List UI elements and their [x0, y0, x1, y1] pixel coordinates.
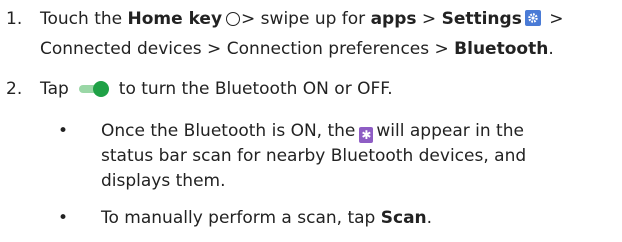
step-number: 1. — [6, 9, 23, 29]
bluetooth-icon: ✱ — [359, 127, 374, 143]
home-circle-icon — [226, 12, 241, 26]
bullet-text: To manually perform a scan, tap Scan. — [101, 208, 433, 228]
gear-icon — [524, 10, 541, 26]
bullet-marker: • — [58, 208, 69, 228]
step-text: Touch the Home key > swipe up for apps > … — [40, 9, 564, 29]
bullet-text: Once the Bluetooth is ON, the ✱ will appea… — [101, 121, 524, 143]
home-key-label: Home key — [127, 9, 223, 29]
step-number: 2. — [6, 79, 23, 99]
step-text: Connected devices > Connection preferenc… — [40, 39, 554, 59]
bluetooth-label: Bluetooth — [454, 39, 549, 59]
toggle-on-icon — [78, 81, 109, 97]
step-text: Tap to turn the Bluetooth ON or OFF. — [40, 79, 393, 99]
bullet-text: status bar scan for nearby Bluetooth dev… — [101, 146, 527, 166]
apps-label: apps — [370, 9, 417, 29]
scan-label: Scan — [380, 208, 427, 228]
toggle-knob — [92, 81, 109, 97]
bullet-marker: • — [58, 121, 69, 141]
settings-label: Settings — [441, 9, 522, 29]
bullet-text: displays them. — [101, 171, 226, 191]
